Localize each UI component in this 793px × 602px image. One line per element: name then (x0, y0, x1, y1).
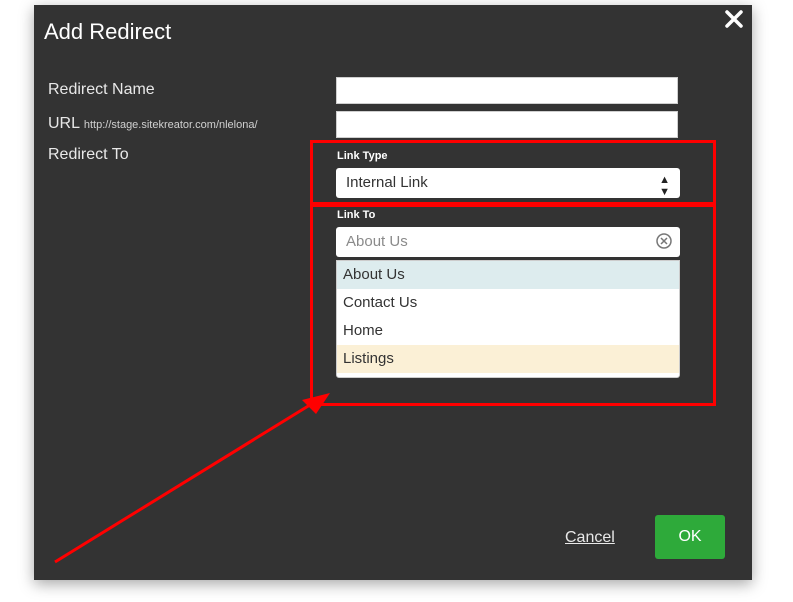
annotation-arrow-icon (54, 393, 330, 564)
